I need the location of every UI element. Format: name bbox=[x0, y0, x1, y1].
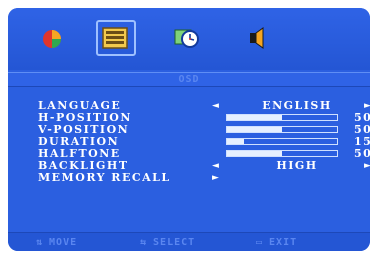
osd-panel: OSD LANGUAGE ◄ ENGLISH ► H-POSITION 50 V… bbox=[8, 8, 370, 251]
halftone-fill bbox=[227, 151, 282, 156]
v-position-slider[interactable] bbox=[226, 126, 338, 133]
menu-header: OSD bbox=[8, 72, 370, 87]
halftone-slider[interactable] bbox=[226, 150, 338, 157]
select-hint: ⇆ SELECT bbox=[140, 233, 195, 251]
up-down-arrows-icon: ⇅ bbox=[36, 237, 44, 248]
arrow-left-icon[interactable]: ◄ bbox=[212, 160, 220, 172]
menu-item-memory-recall[interactable]: MEMORY RECALL ► bbox=[38, 172, 368, 184]
h-position-fill bbox=[227, 115, 282, 120]
menu-button-icon: ▭ bbox=[256, 237, 264, 248]
color-icon[interactable] bbox=[40, 24, 70, 52]
tab-bar bbox=[8, 8, 370, 70]
halftone-value: 50 bbox=[354, 147, 370, 160]
audio-icon[interactable] bbox=[244, 24, 274, 52]
arrow-right-icon[interactable]: ► bbox=[212, 172, 220, 184]
h-position-slider[interactable] bbox=[226, 114, 338, 121]
left-right-arrows-icon: ⇆ bbox=[140, 237, 148, 248]
move-hint: ⇅ MOVE bbox=[36, 233, 77, 251]
v-position-fill bbox=[227, 127, 282, 132]
osd-icon[interactable] bbox=[100, 24, 130, 52]
memory-recall-label: MEMORY RECALL bbox=[38, 171, 171, 184]
move-hint-label: MOVE bbox=[49, 237, 78, 248]
duration-fill bbox=[227, 139, 244, 144]
language-value: ENGLISH bbox=[262, 99, 332, 112]
select-hint-label: SELECT bbox=[153, 237, 196, 248]
footer-hint-bar: ⇅ MOVE ⇆ SELECT ▭ EXIT bbox=[8, 232, 370, 251]
arrow-right-icon[interactable]: ► bbox=[364, 160, 370, 172]
osd-menu: LANGUAGE ◄ ENGLISH ► H-POSITION 50 V-POS… bbox=[38, 99, 370, 184]
arrow-left-icon[interactable]: ◄ bbox=[212, 100, 220, 112]
clock-icon[interactable] bbox=[172, 24, 202, 52]
exit-hint: ▭ EXIT bbox=[256, 233, 297, 251]
backlight-value: HIGH bbox=[276, 159, 318, 172]
duration-slider[interactable] bbox=[226, 138, 338, 145]
exit-hint-label: EXIT bbox=[269, 237, 298, 248]
menu-title: OSD bbox=[178, 74, 200, 85]
